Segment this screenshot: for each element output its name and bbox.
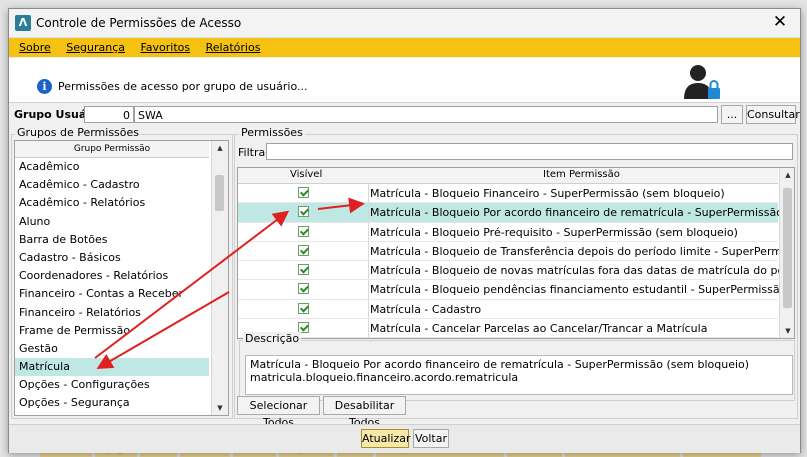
description-title: Descrição [243, 332, 302, 345]
menu-label: Relatórios [205, 41, 261, 54]
menu-sobre[interactable]: Sobre [13, 38, 57, 57]
permission-text: Matrícula - Bloqueio Por acordo financei… [370, 206, 794, 220]
col-item-header[interactable]: Item Permissão [543, 169, 620, 180]
scroll-down-icon[interactable]: ▼ [212, 401, 228, 415]
groups-items: Acadêmico Acadêmico - Cadastro Acadêmico… [15, 158, 209, 413]
scroll-up-icon[interactable]: ▲ [780, 168, 794, 182]
group-item[interactable]: Cadastro - Básicos [15, 249, 209, 267]
group-item[interactable]: Barra de Botões [15, 231, 209, 249]
app-logo-icon: Λ [15, 15, 31, 31]
visible-checkbox[interactable] [298, 264, 309, 276]
menu-seguranca[interactable]: Segurança [60, 38, 131, 57]
group-item[interactable]: Acadêmico [15, 158, 209, 176]
group-item-selected[interactable]: Matrícula [15, 358, 209, 377]
table-row[interactable]: Matrícula - Bloqueio de novas matrículas… [238, 261, 794, 281]
user-group-row: Grupo Usuário: 0 SWA ... Consultar [9, 104, 800, 126]
permissions-grid: Visível Item Permissão Matrícula - Bloqu… [237, 167, 795, 339]
group-item[interactable]: Frame de Permissão [15, 322, 209, 340]
permission-text: Matrícula - Bloqueio Financeiro - SuperP… [370, 187, 725, 200]
description-key: matricula.bloqueio.financeiro.acordo.rem… [250, 371, 519, 384]
table-row[interactable]: Matrícula - Bloqueio de Transferência de… [238, 241, 794, 262]
menu-bar: Sobre Segurança Favoritos Relatórios [9, 38, 800, 57]
visible-checkbox[interactable] [298, 225, 309, 237]
table-row[interactable]: Matrícula - Cancelar Parcelas ao Cancela… [238, 319, 778, 338]
group-item[interactable]: Acadêmico - Relatórios [15, 194, 209, 212]
table-row[interactable]: Matrícula - Bloqueio Financeiro - SuperP… [238, 184, 778, 204]
col-visible-header[interactable]: Visível [290, 169, 322, 180]
group-item[interactable]: Opções - Segurança [15, 394, 209, 412]
back-button[interactable]: Voltar [413, 429, 449, 448]
description-box: Matrícula - Bloqueio Por acordo financei… [245, 355, 793, 395]
group-item[interactable]: Financeiro - Contas a Receber [15, 285, 209, 303]
permission-text: Matrícula - Bloqueio de novas matrículas… [370, 264, 794, 278]
user-group-code-input[interactable]: 0 [84, 106, 134, 123]
permission-text: Matrícula - Bloqueio Pré-requisito - Sup… [370, 225, 738, 239]
group-item[interactable]: Coordenadores - Relatórios [15, 267, 209, 285]
info-header: i Permissões de acesso por grupo de usuá… [9, 58, 800, 103]
grid-scrollbar[interactable]: ▲ ▼ [779, 168, 794, 338]
permissions-dialog: Λ Controle de Permissões de Acesso ✕ Sob… [8, 8, 801, 453]
visible-checkbox[interactable] [298, 206, 309, 218]
table-row[interactable]: Matrícula - Cadastro [238, 299, 778, 320]
group-item[interactable]: Aluno [15, 213, 209, 231]
scroll-thumb[interactable] [783, 188, 792, 308]
consult-button[interactable]: Consultar [746, 105, 800, 124]
groups-list: Grupo Permissão Acadêmico Acadêmico - Ca… [14, 140, 229, 416]
info-icon: i [37, 79, 52, 94]
group-item[interactable]: Opções - Configurações [15, 376, 209, 394]
groups-panel-title: Grupos de Permissões [15, 126, 142, 139]
permission-text: Matrícula - Cadastro [370, 302, 482, 316]
menu-label: Segurança [66, 41, 125, 54]
group-item[interactable]: Gestão [15, 340, 209, 358]
visible-checkbox[interactable] [298, 187, 309, 198]
bottom-bar: Atualizar Voltar [9, 424, 800, 453]
user-lock-icon [684, 65, 720, 99]
user-group-name-input[interactable]: SWA [134, 106, 718, 123]
table-row[interactable]: Matrícula - Bloqueio Pré-requisito - Sup… [238, 222, 778, 242]
menu-label: Sobre [19, 41, 51, 54]
browse-button[interactable]: ... [721, 105, 743, 124]
scroll-up-icon[interactable]: ▲ [212, 141, 228, 155]
table-row-selected[interactable]: Matrícula - Bloqueio Por acordo financei… [238, 203, 794, 223]
permission-text: Matrícula - Cancelar Parcelas ao Cancela… [370, 322, 708, 336]
groups-scrollbar[interactable]: ▲ ▼ [211, 141, 228, 415]
visible-checkbox[interactable] [298, 244, 309, 256]
update-button[interactable]: Atualizar [361, 429, 411, 448]
description-line: Matrícula - Bloqueio Por acordo financei… [250, 358, 750, 371]
title-bar: Λ Controle de Permissões de Acesso ✕ [9, 9, 800, 38]
menu-relatorios[interactable]: Relatórios [200, 38, 267, 57]
permission-text: Matrícula - Bloqueio pendências financia… [370, 283, 794, 297]
table-row[interactable]: Matrícula - Bloqueio pendências financia… [238, 280, 794, 300]
groups-column-header[interactable]: Grupo Permissão [15, 141, 209, 158]
filter-input[interactable] [266, 143, 793, 160]
window-title: Controle de Permissões de Acesso [36, 16, 242, 30]
info-text: Permissões de acesso por grupo de usuári… [58, 80, 308, 93]
group-item[interactable]: Acadêmico - Cadastro [15, 176, 209, 194]
permission-text: Matrícula - Bloqueio de Transferência de… [370, 244, 794, 258]
menu-favoritos[interactable]: Favoritos [134, 38, 196, 57]
grid-rows: Matrícula - Bloqueio Financeiro - SuperP… [238, 184, 794, 338]
group-item[interactable]: Financeiro - Relatórios [15, 304, 209, 322]
scroll-down-icon[interactable]: ▼ [780, 324, 794, 338]
visible-checkbox[interactable] [298, 302, 309, 314]
menu-label: Favoritos [140, 41, 191, 54]
deselect-all-button[interactable]: Desabilitar Todos [323, 396, 406, 429]
permissions-panel-title: Permissões [239, 126, 305, 139]
grid-header: Visível Item Permissão [238, 168, 778, 184]
visible-checkbox[interactable] [298, 283, 309, 295]
select-all-button[interactable]: Selecionar Todos [237, 396, 320, 429]
close-icon[interactable]: ✕ [770, 13, 790, 33]
scroll-thumb[interactable] [215, 175, 224, 211]
